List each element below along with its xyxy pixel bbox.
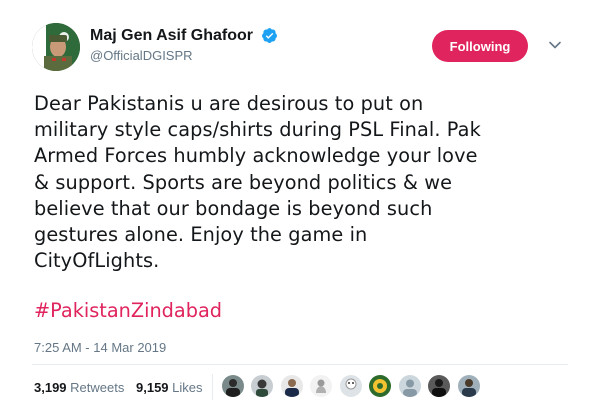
stats-divider [212,374,213,400]
liker-avatar-5[interactable] [339,375,362,397]
liker-avatar-3[interactable] [280,375,303,397]
author-avatar[interactable] [32,23,80,71]
liker-avatar-9[interactable] [457,375,480,397]
chevron-down-icon[interactable] [548,38,562,52]
tweet-stats: 3,199 Retweets 9,159 Likes [34,380,203,395]
author-name-block[interactable]: Maj Gen Asif Ghafoor @OfficialDGISPR [90,27,278,63]
author-handle[interactable]: @OfficialDGISPR [90,48,278,63]
liker-avatar-6[interactable] [369,375,392,397]
divider [32,364,568,365]
tweet-card: Maj Gen Asif Ghafoor @OfficialDGISPR Fol… [0,0,600,411]
retweets-stat[interactable]: 3,199 Retweets [34,380,124,395]
liker-avatars [222,375,483,399]
tweet-timestamp[interactable]: 7:25 AM - 14 Mar 2019 [34,340,166,355]
liker-avatar-2[interactable] [251,375,274,397]
liker-avatar-1[interactable] [222,375,244,397]
liker-avatar-8[interactable] [428,375,451,397]
liker-avatar-4[interactable] [310,375,333,397]
author-display-name[interactable]: Maj Gen Asif Ghafoor [90,27,253,45]
retweets-label: Retweets [70,380,125,395]
verified-badge-icon [261,27,278,44]
likes-label: Likes [172,380,203,395]
likes-count: 9,159 [136,380,169,395]
liker-avatar-7[interactable] [398,375,421,397]
following-button[interactable]: Following [432,30,528,62]
hashtag-link[interactable]: #PakistanZindabad [34,298,222,324]
tweet-text: Dear Pakistanis u are desirous to put on… [34,92,481,273]
retweets-count: 3,199 [34,380,67,395]
likes-stat[interactable]: 9,159 Likes [136,380,203,395]
